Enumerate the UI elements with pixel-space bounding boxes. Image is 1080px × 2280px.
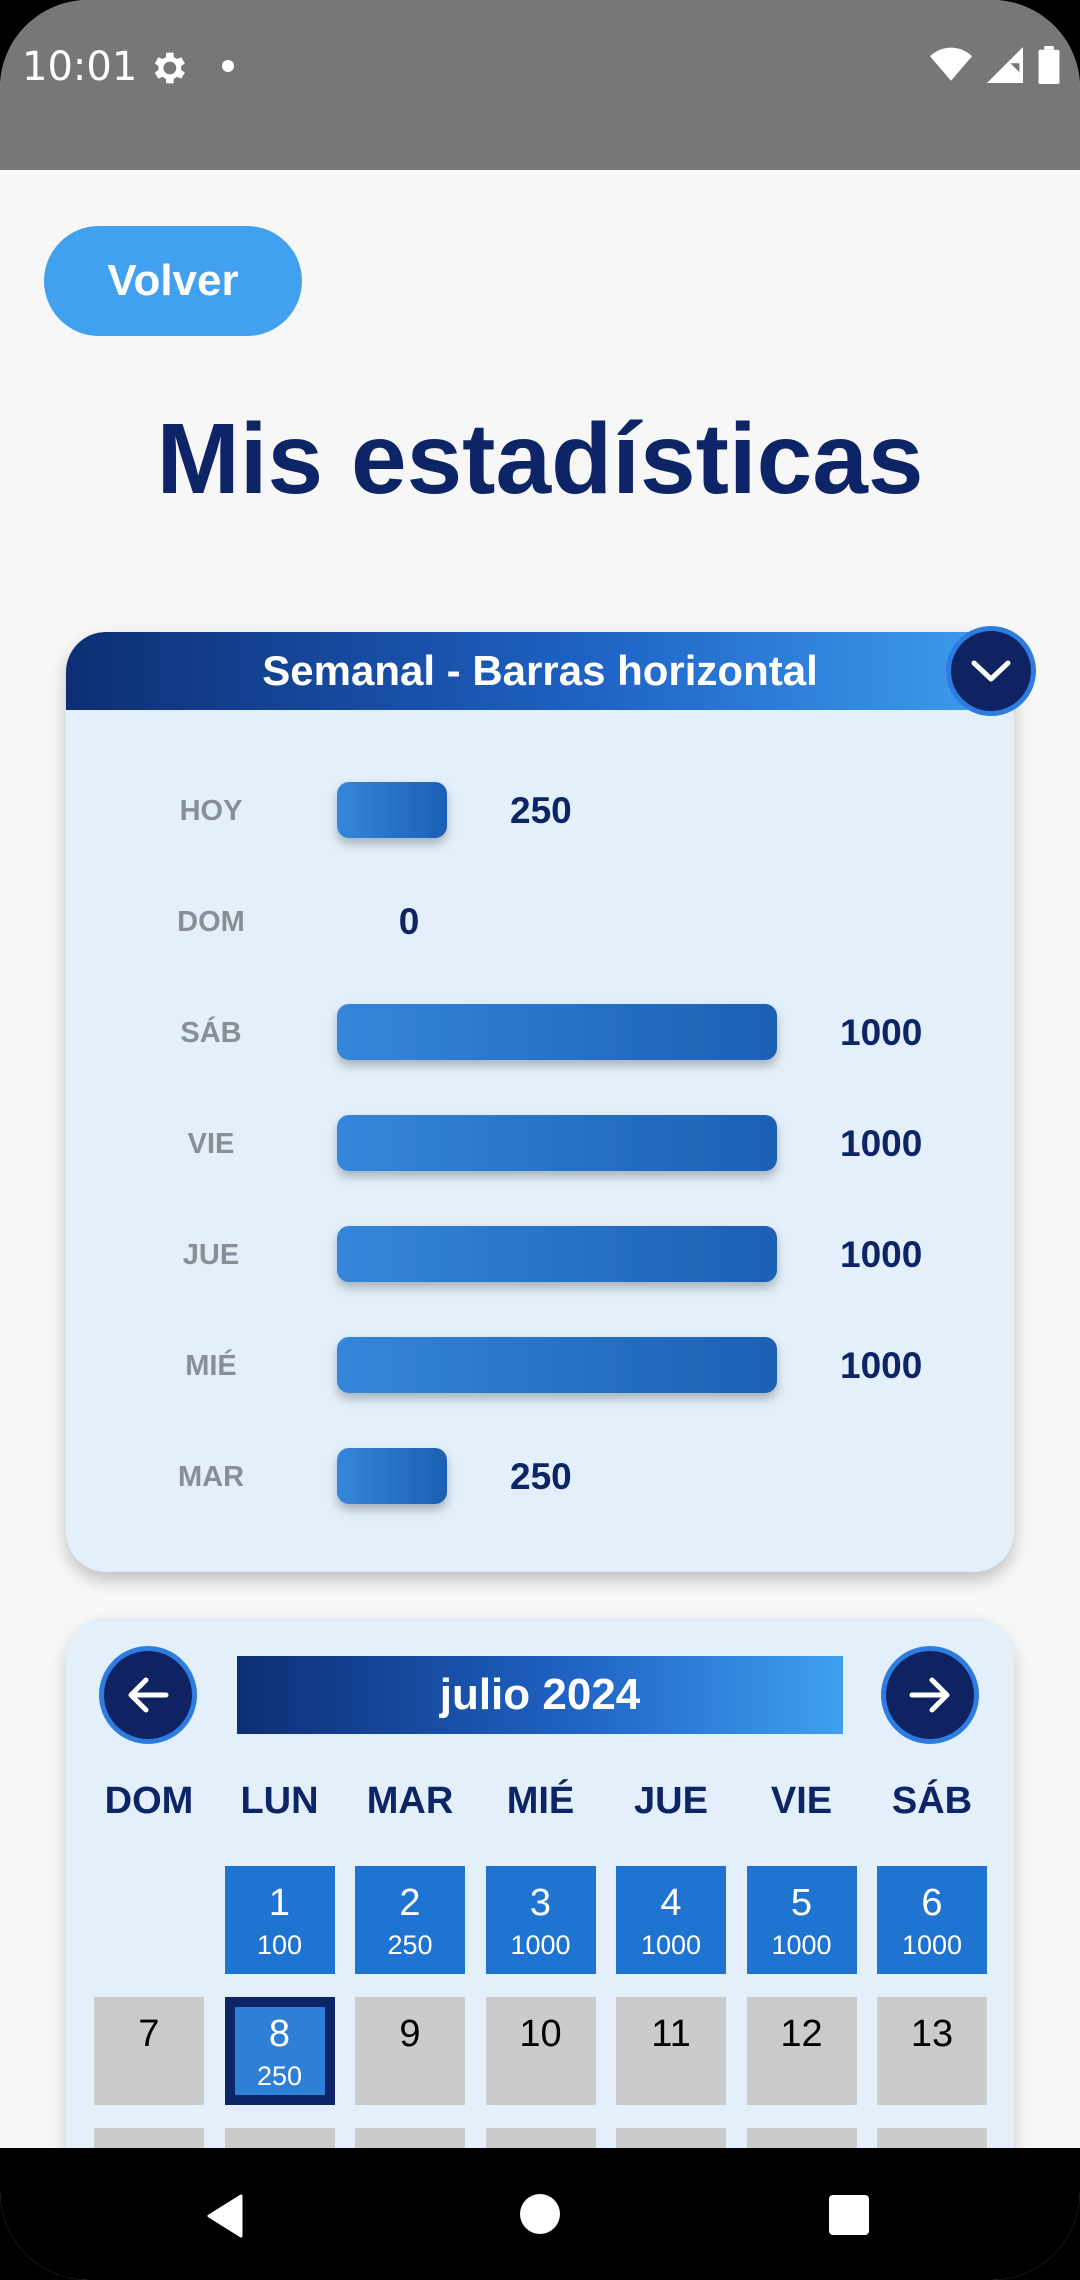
calendar-day-cell[interactable]: 7 <box>94 1997 204 2105</box>
weekday-header-row: DOM LUN MAR MIÉ JUE VIE SÁB <box>94 1780 994 1840</box>
bar <box>337 1337 777 1393</box>
weekday-label: SÁB <box>891 1780 973 1822</box>
chart-card-title: Semanal - Barras horizontal <box>262 647 818 694</box>
home-circle-icon[interactable] <box>518 2192 562 2236</box>
main-content: Volver Mis estadísticas Semanal - Barras… <box>0 170 1080 2148</box>
day-value: 1000 <box>510 1930 571 1960</box>
calendar-day-cell[interactable]: 5 1000 <box>746 1866 857 1974</box>
wifi-icon <box>930 47 972 81</box>
status-time: 10:01 <box>22 44 138 90</box>
arrow-left-icon <box>128 1677 169 1713</box>
bar-value-label: 250 <box>510 1456 572 1497</box>
calendar-day-cell[interactable] <box>877 2128 987 2148</box>
bar <box>337 1448 447 1504</box>
calendar-day-cell[interactable]: 11 <box>616 1997 726 2105</box>
bar-category-label: VIE <box>188 1128 235 1160</box>
settings-gear-icon <box>154 52 185 84</box>
chevron-down-icon <box>971 660 1011 682</box>
bar-value-label: 1000 <box>840 1345 922 1386</box>
calendar-day-cell[interactable]: 10 <box>485 1997 596 2105</box>
day-value: 1000 <box>901 1930 963 1960</box>
weekday-label: VIE <box>770 1780 833 1822</box>
battery-icon <box>1038 46 1060 84</box>
weekly-stats-card: Semanal - Barras horizontal HOY 250 DOM … <box>66 626 1036 1572</box>
bar-category-label: MIÉ <box>185 1348 237 1382</box>
weekday-label: DOM <box>104 1780 194 1822</box>
bar-value-label: 250 <box>510 790 572 831</box>
weekday-label: LUN <box>240 1780 319 1822</box>
day-number: 1 <box>268 1882 291 1924</box>
phone-screen: 10:01 Volver Mis estadísticas Semanal - … <box>0 0 1080 2280</box>
day-value: 1000 <box>640 1930 702 1960</box>
day-number: 5 <box>790 1882 813 1924</box>
calendar-day-cell[interactable]: 12 <box>746 1997 857 2105</box>
calendar-day-cell[interactable]: 1 100 <box>224 1866 335 1974</box>
bar-category-label: JUE <box>183 1239 239 1271</box>
back-button[interactable]: Volver <box>44 226 302 336</box>
chart-card-header: Semanal - Barras horizontal <box>66 632 1014 710</box>
bar-value-label: 1000 <box>840 1012 922 1053</box>
weekly-bar-chart: HOY 250 DOM 0 SÁB 1000 VIE 1000 JUE 1000 MIÉ 1000 MA… <box>177 782 922 1504</box>
calendar-day-cell[interactable] <box>355 2128 465 2148</box>
day-number: 13 <box>910 2013 954 2055</box>
chart-type-dropdown-button[interactable] <box>946 626 1036 716</box>
next-month-button[interactable] <box>881 1646 979 1744</box>
day-number: 11 <box>651 2013 691 2055</box>
bar-value-label: 0 <box>399 901 420 942</box>
weekday-label: MAR <box>366 1780 454 1822</box>
day-number: 8 <box>268 2013 291 2055</box>
day-number: 7 <box>138 2013 160 2055</box>
cell-signal-icon <box>987 47 1023 83</box>
bar <box>337 1004 777 1060</box>
calendar-day-cell[interactable]: 4 1000 <box>616 1866 726 1974</box>
bar <box>337 782 447 838</box>
calendar-day-cell[interactable]: 6 1000 <box>877 1866 987 1974</box>
bar-category-label: MAR <box>178 1461 244 1493</box>
prev-month-button[interactable] <box>99 1646 197 1744</box>
recents-square-icon[interactable] <box>828 2194 870 2236</box>
calendar-day-cell[interactable]: 2 250 <box>355 1866 465 1974</box>
calendar-card: julio 2024 DOM LUN MAR MIÉ JUE VIE SÁB 1 100 2 25… <box>66 1618 1014 2148</box>
back-triangle-icon[interactable] <box>205 2194 245 2238</box>
bar <box>337 1115 777 1171</box>
day-number: 3 <box>529 1882 552 1924</box>
day-number: 9 <box>399 2013 421 2055</box>
calendar-day-cell[interactable] <box>94 2128 204 2148</box>
navigation-bar <box>0 2148 1080 2280</box>
day-number: 10 <box>519 2013 562 2055</box>
calendar-day-cell[interactable] <box>746 2128 857 2148</box>
month-title: julio 2024 <box>237 1656 843 1734</box>
bar-category-label: HOY <box>180 795 243 827</box>
day-number: 6 <box>921 1882 943 1924</box>
calendar-day-cell[interactable]: 13 <box>877 1997 987 2105</box>
day-value: 250 <box>387 1930 433 1960</box>
calendar-day-cell[interactable] <box>224 2128 335 2148</box>
status-bar: 10:01 <box>0 0 1080 170</box>
bar-category-label: SÁB <box>180 1015 241 1049</box>
bar-category-label: DOM <box>177 906 245 938</box>
day-number: 2 <box>399 1882 421 1924</box>
day-value: 1000 <box>771 1930 832 1960</box>
day-number: 12 <box>780 2013 823 2055</box>
bar-value-label: 1000 <box>840 1123 922 1164</box>
page-title: Mis estadísticas <box>156 403 924 515</box>
weekday-label: MIÉ <box>506 1780 575 1822</box>
calendar-day-cell[interactable] <box>616 2128 726 2148</box>
arrow-right-icon <box>909 1677 950 1713</box>
calendar-day-cell[interactable]: 3 1000 <box>485 1866 596 1974</box>
day-number: 4 <box>660 1882 682 1924</box>
day-value: 250 <box>256 2061 303 2091</box>
calendar-day-cell[interactable]: 8 250 <box>224 1997 335 2105</box>
day-value: 100 <box>256 1930 303 1960</box>
calendar-day-cell[interactable] <box>485 2128 596 2148</box>
weekday-label: JUE <box>634 1780 708 1822</box>
bar-value-label: 1000 <box>840 1234 922 1275</box>
notification-dot-icon <box>222 60 234 72</box>
calendar-day-cell[interactable]: 9 <box>355 1997 465 2105</box>
bar <box>337 1226 777 1282</box>
